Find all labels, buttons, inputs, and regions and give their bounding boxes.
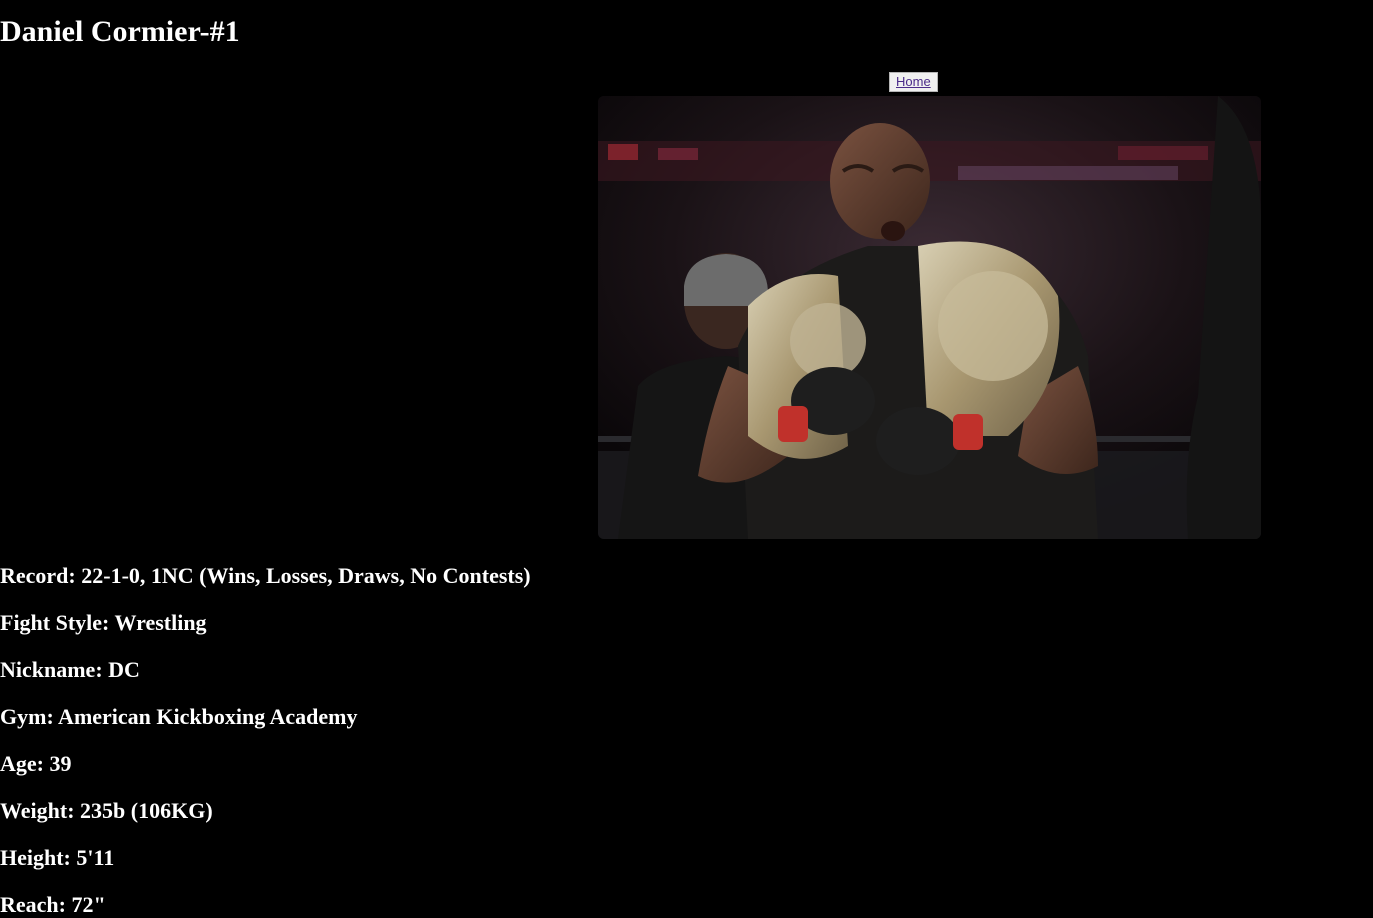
stat-height: Height: 5'11	[0, 845, 115, 870]
home-nav: Home	[889, 72, 938, 92]
fighter-photo	[598, 96, 1261, 539]
fighter-page: Daniel Cormier-#1 Home Record: 22-1-0, 1…	[0, 0, 1373, 918]
stat-gym: Gym: American Kickboxing Academy	[0, 704, 358, 729]
stat-age: Age: 39	[0, 751, 72, 776]
page-title: Daniel Cormier-#1	[0, 15, 240, 48]
stat-fight-style: Fight Style: Wrestling	[0, 610, 207, 635]
stat-reach: Reach: 72"	[0, 892, 106, 917]
home-button[interactable]: Home	[889, 72, 938, 92]
stat-nickname: Nickname: DC	[0, 657, 140, 682]
fighter-stats: Record: 22-1-0, 1NC (Wins, Losses, Draws…	[0, 563, 531, 918]
stat-weight: Weight: 235b (106KG)	[0, 798, 213, 823]
stat-record: Record: 22-1-0, 1NC (Wins, Losses, Draws…	[0, 563, 531, 588]
